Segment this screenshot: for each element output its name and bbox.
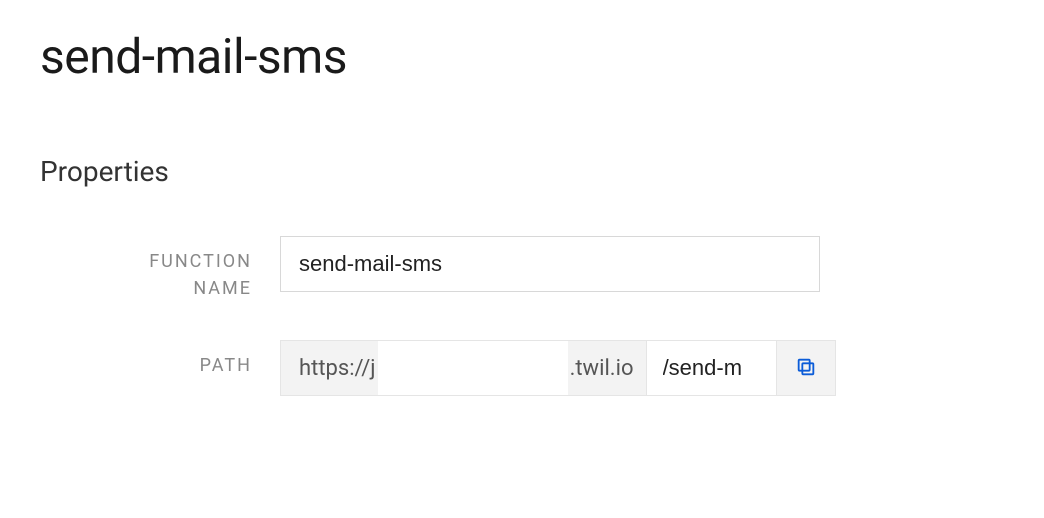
function-name-label: FUNCTION NAME	[100, 236, 280, 302]
page-title: send-mail-sms	[40, 28, 1004, 85]
copy-path-button[interactable]	[776, 340, 836, 396]
copy-icon	[795, 356, 817, 381]
path-group: https://j .twil.io	[280, 340, 836, 396]
function-name-row: FUNCTION NAME	[40, 236, 1004, 302]
path-prefix-redacted	[378, 341, 568, 395]
function-name-input[interactable]	[280, 236, 820, 292]
path-input[interactable]	[646, 340, 776, 396]
path-prefix-domain-suffix: .twil.io	[568, 356, 646, 381]
path-row: PATH https://j .twil.io	[40, 340, 1004, 396]
path-prefix-protocol: https://j	[281, 356, 378, 381]
path-label: PATH	[100, 340, 280, 379]
path-prefix: https://j .twil.io	[280, 340, 646, 396]
properties-heading: Properties	[40, 155, 1004, 188]
